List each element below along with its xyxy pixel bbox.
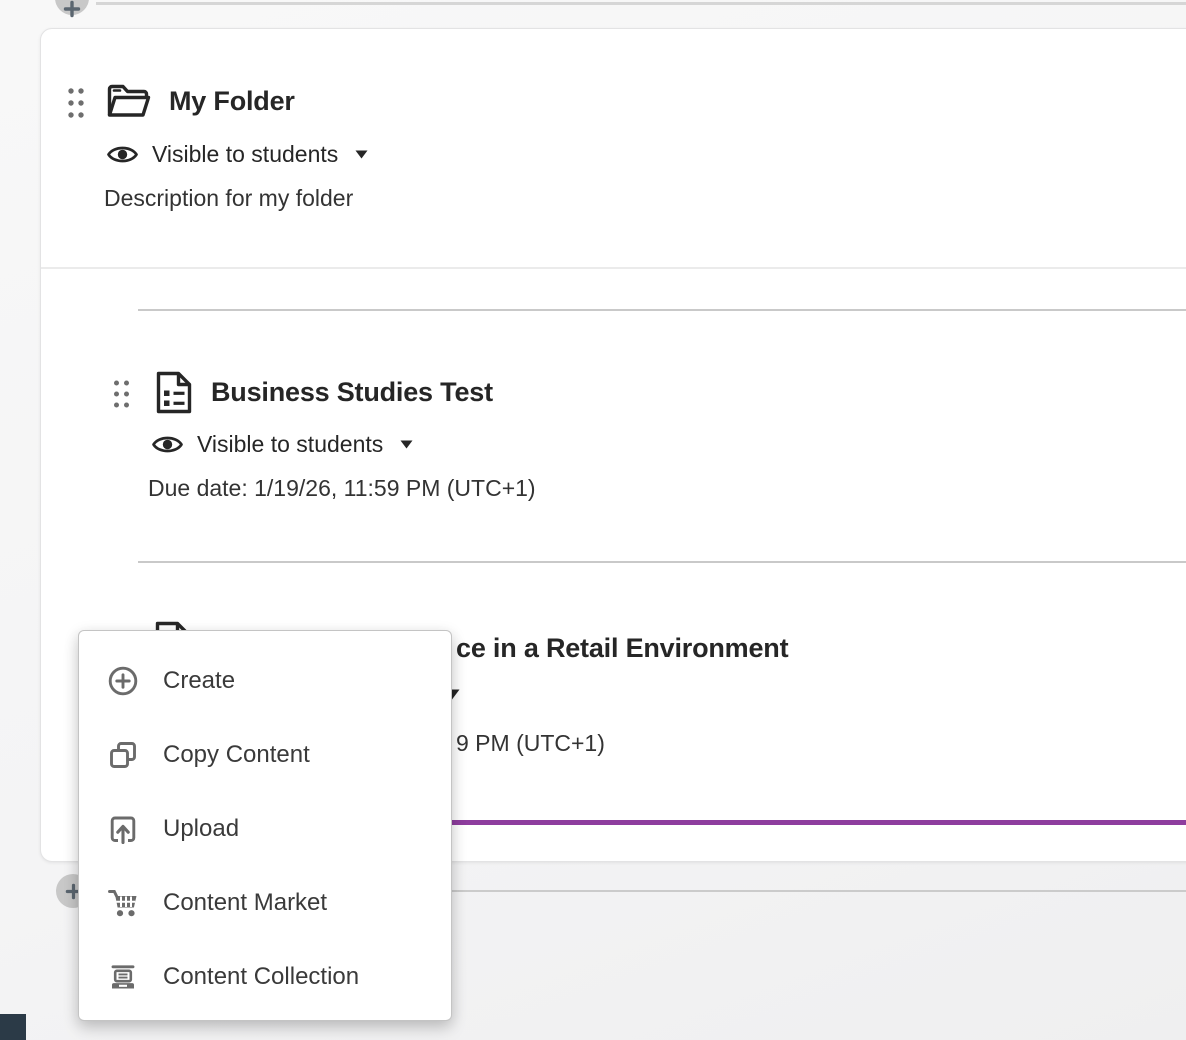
drag-dots-icon bbox=[67, 86, 85, 120]
item-divider bbox=[138, 561, 1186, 563]
content-collection-icon bbox=[107, 961, 139, 993]
menu-item-label: Upload bbox=[163, 815, 239, 843]
folder-visibility-label: Visible to students bbox=[152, 141, 338, 168]
folder-title[interactable]: My Folder bbox=[169, 86, 295, 117]
add-content-button-top[interactable] bbox=[55, 0, 89, 15]
menu-item-content-collection[interactable]: Content Collection bbox=[79, 940, 451, 1014]
menu-item-label: Copy Content bbox=[163, 741, 310, 769]
eye-icon bbox=[151, 431, 184, 458]
menu-item-create[interactable]: Create bbox=[79, 644, 451, 718]
menu-item-label: Content Collection bbox=[163, 963, 359, 991]
add-content-context-menu: Create Copy Content Upload bbox=[78, 630, 452, 1021]
plus-icon bbox=[63, 0, 81, 18]
retail-item-title[interactable]: ce in a Retail Environment bbox=[456, 633, 788, 664]
folder-visibility-dropdown[interactable]: Visible to students bbox=[106, 141, 368, 168]
test-item-visibility-dropdown[interactable]: Visible to students bbox=[151, 431, 413, 458]
test-document-icon bbox=[154, 369, 194, 416]
base-nav-corner bbox=[0, 1014, 26, 1040]
insert-divider-line-top bbox=[96, 2, 1186, 5]
menu-item-content-market[interactable]: Content Market bbox=[79, 866, 451, 940]
folder-title-row: My Folder bbox=[105, 81, 295, 121]
chevron-down-icon bbox=[355, 150, 368, 159]
test-item-visibility-label: Visible to students bbox=[197, 431, 383, 458]
course-content-page: My Folder Visible to students Descriptio… bbox=[0, 0, 1186, 1040]
folder-drag-handle[interactable] bbox=[67, 86, 85, 125]
folder-header-divider bbox=[41, 267, 1186, 269]
menu-item-upload[interactable]: Upload bbox=[79, 792, 451, 866]
menu-item-label: Content Market bbox=[163, 889, 327, 917]
upload-icon bbox=[107, 813, 139, 845]
test-item-title[interactable]: Business Studies Test bbox=[211, 377, 493, 408]
drag-dots-icon bbox=[113, 379, 130, 409]
copy-icon bbox=[107, 739, 139, 771]
retail-item-due-date: 9 PM (UTC+1) bbox=[456, 730, 605, 757]
eye-icon bbox=[106, 141, 139, 168]
menu-item-label: Create bbox=[163, 667, 235, 695]
test-item-due-date: Due date: 1/19/26, 11:59 PM (UTC+1) bbox=[148, 475, 536, 502]
folder-icon bbox=[105, 81, 152, 121]
plus-circle-icon bbox=[107, 665, 139, 697]
test-item-title-row: Business Studies Test bbox=[154, 369, 493, 416]
test-item-drag-handle[interactable] bbox=[113, 379, 130, 414]
folder-description: Description for my folder bbox=[104, 185, 353, 212]
shopping-cart-icon bbox=[107, 887, 139, 919]
menu-item-copy-content[interactable]: Copy Content bbox=[79, 718, 451, 792]
chevron-down-icon bbox=[400, 440, 413, 449]
item-divider bbox=[138, 309, 1186, 311]
